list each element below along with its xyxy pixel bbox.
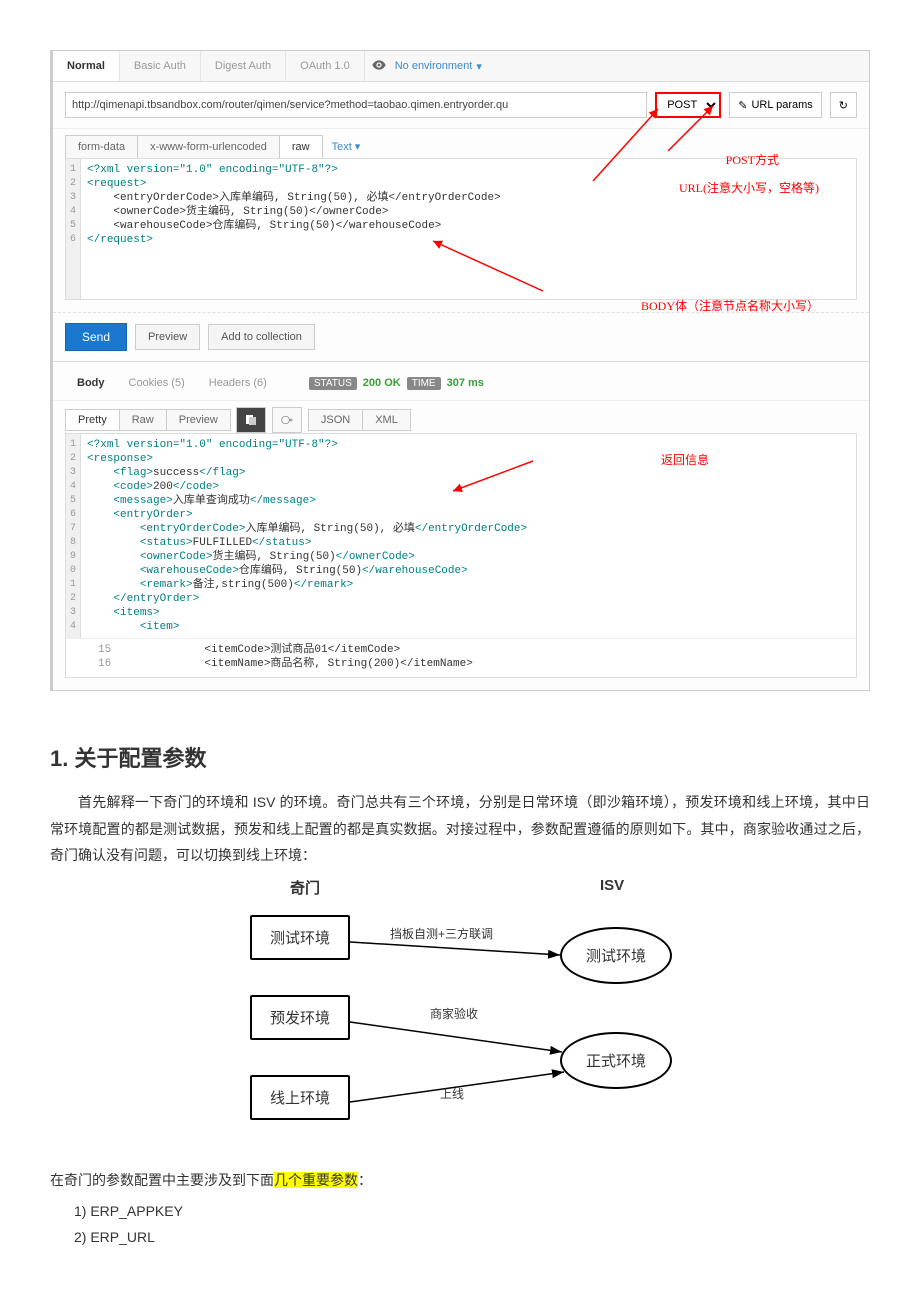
environment-diagram: 奇门 ISV 测试环境 预发环境 线上环境 测试环境 正式环境 挡板自测+三方联… bbox=[180, 877, 740, 1147]
status-area: STATUS 200 OK TIME 307 ms bbox=[309, 377, 484, 390]
eye-icon[interactable] bbox=[371, 57, 389, 75]
tab-urlencoded[interactable]: x-www-form-urlencoded bbox=[137, 135, 280, 158]
response-xml: <?xml version="1.0" encoding="UTF-8"?> <… bbox=[81, 434, 533, 638]
environment-label: No environment bbox=[395, 60, 473, 72]
tab-headers[interactable]: Headers (6) bbox=[197, 372, 279, 394]
para2-part-c: ： bbox=[358, 1172, 372, 1188]
heading-number: 1. bbox=[50, 746, 68, 771]
paragraph-intro: 首先解释一下奇门的环境和 ISV 的环境。奇门总共有三个环境，分别是日常环境（即… bbox=[50, 789, 870, 869]
postman-screenshot: Normal Basic Auth Digest Auth OAuth 1.0 … bbox=[50, 50, 870, 691]
add-to-collection-button[interactable]: Add to collection bbox=[208, 324, 315, 350]
edit-icon: ✎ bbox=[738, 99, 747, 112]
param-item-2: 2) ERP_URL bbox=[74, 1225, 870, 1250]
fmt-raw[interactable]: Raw bbox=[119, 409, 167, 431]
tab-normal[interactable]: Normal bbox=[53, 51, 120, 81]
request-body-editor[interactable]: 1 2 3 4 5 6 <?xml version="1.0" encoding… bbox=[65, 158, 857, 300]
status-code: 200 OK bbox=[363, 377, 401, 389]
response-format-tabs: Pretty Raw Preview ⧂ JSON XML bbox=[53, 401, 869, 433]
url-params-label: URL params bbox=[751, 99, 812, 111]
action-row: Send Preview Add to collection bbox=[53, 312, 869, 362]
diagram-arrows bbox=[180, 877, 740, 1147]
copy-icon[interactable] bbox=[236, 407, 266, 433]
request-xml: <?xml version="1.0" encoding="UTF-8"?> <… bbox=[81, 159, 507, 299]
tab-form-data[interactable]: form-data bbox=[65, 135, 138, 158]
auth-tabs: Normal Basic Auth Digest Auth OAuth 1.0 … bbox=[53, 51, 869, 82]
send-button[interactable]: Send bbox=[65, 323, 127, 351]
section-heading: 1. 关于配置参数 bbox=[50, 741, 870, 773]
response-extra-lines: 15 <itemCode>测试商品01</itemCode> 16 <itemN… bbox=[66, 638, 856, 677]
fmt-xml[interactable]: XML bbox=[362, 409, 411, 431]
response-tabs: Body Cookies (5) Headers (6) STATUS 200 … bbox=[53, 362, 869, 401]
fmt-preview[interactable]: Preview bbox=[166, 409, 231, 431]
heading-text: 关于配置参数 bbox=[74, 746, 206, 771]
http-method-select[interactable]: POST bbox=[655, 92, 721, 118]
reset-icon: ↻ bbox=[839, 99, 848, 112]
tab-basic-auth[interactable]: Basic Auth bbox=[120, 51, 201, 81]
tab-oauth[interactable]: OAuth 1.0 bbox=[286, 51, 365, 81]
response-body-viewer: 1 2 3 4 5 6 7 8 9 0 1 2 3 4 <?xml versio… bbox=[65, 433, 857, 678]
tab-body[interactable]: Body bbox=[65, 372, 117, 394]
para2-part-a: 在奇门的参数配置中主要涉及到下面 bbox=[50, 1172, 274, 1188]
url-params-button[interactable]: ✎ URL params bbox=[729, 92, 822, 118]
tab-digest-auth[interactable]: Digest Auth bbox=[201, 51, 286, 81]
line-gutter: 1 2 3 4 5 6 7 8 9 0 1 2 3 4 bbox=[66, 434, 81, 638]
environment-selector[interactable]: No environment ▾ bbox=[395, 60, 482, 73]
line-gutter: 1 2 3 4 5 6 bbox=[66, 159, 81, 299]
param-list: 1) ERP_APPKEY 2) ERP_URL bbox=[74, 1199, 870, 1249]
paragraph-params: 在奇门的参数配置中主要涉及到下面几个重要参数： bbox=[50, 1167, 870, 1194]
body-format-tabs: form-data x-www-form-urlencoded raw Text… bbox=[53, 129, 869, 158]
body-type-label: Text bbox=[332, 141, 352, 153]
url-row: POST ✎ URL params ↻ bbox=[53, 82, 869, 129]
reset-button[interactable]: ↻ bbox=[830, 92, 857, 118]
param-item-1: 1) ERP_APPKEY bbox=[74, 1199, 870, 1224]
fmt-json[interactable]: JSON bbox=[308, 409, 363, 431]
search-icon[interactable]: ⧂ bbox=[272, 407, 302, 433]
caret-down-icon: ▾ bbox=[476, 60, 482, 73]
response-time: 307 ms bbox=[447, 377, 484, 389]
fmt-pretty[interactable]: Pretty bbox=[65, 409, 120, 431]
preview-button[interactable]: Preview bbox=[135, 324, 200, 350]
time-label-badge: TIME bbox=[407, 377, 441, 390]
tab-cookies[interactable]: Cookies (5) bbox=[117, 372, 197, 394]
caret-down-icon: ▾ bbox=[355, 140, 361, 153]
tab-raw[interactable]: raw bbox=[279, 135, 323, 158]
status-label-badge: STATUS bbox=[309, 377, 357, 390]
para2-highlight: 几个重要参数 bbox=[274, 1172, 358, 1188]
url-input[interactable] bbox=[65, 92, 647, 118]
body-type-select[interactable]: Text ▾ bbox=[332, 140, 361, 153]
